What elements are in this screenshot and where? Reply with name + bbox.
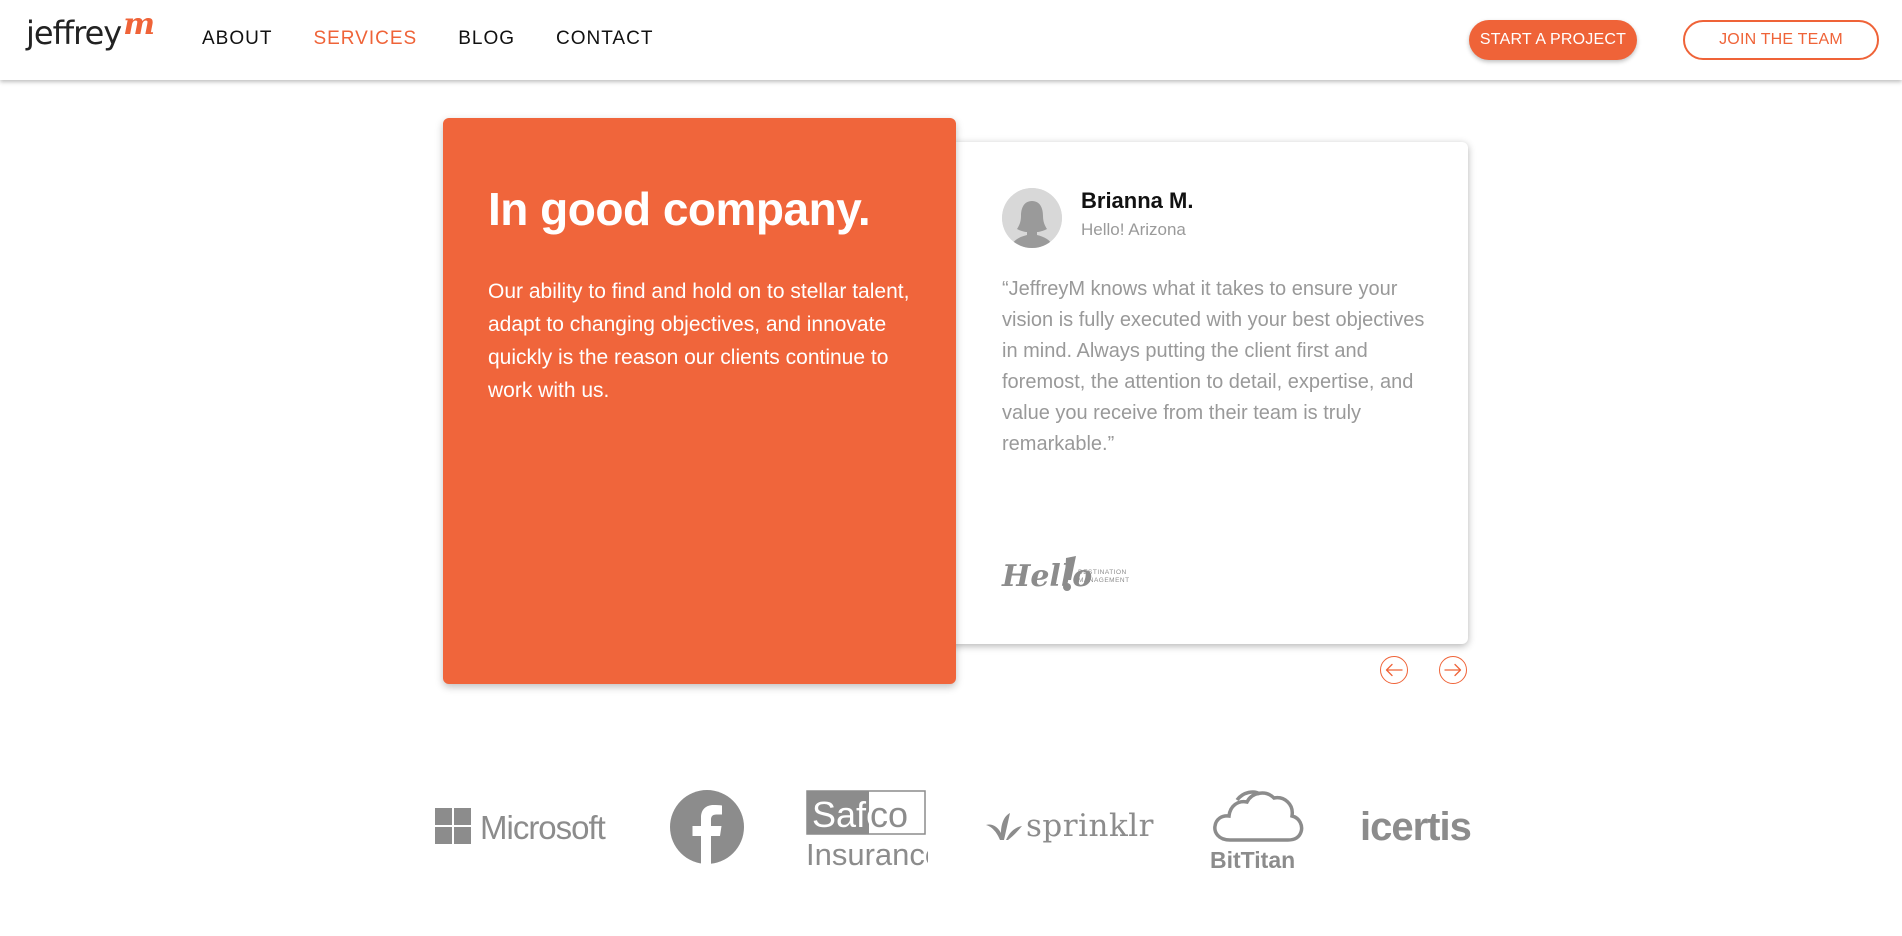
avatar: [1002, 188, 1062, 248]
reviewer-name: Brianna M.: [1081, 188, 1194, 213]
arrow-left-icon: [1385, 663, 1403, 677]
svg-text:MANAGEMENT: MANAGEMENT: [1078, 577, 1130, 584]
facebook-logo: [670, 790, 744, 869]
intro-card: In good company. Our ability to find and…: [443, 118, 956, 684]
carousel-prev-button[interactable]: [1380, 656, 1408, 684]
nav-services[interactable]: SERVICES: [313, 28, 417, 50]
svg-text:BitTitan: BitTitan: [1210, 847, 1295, 872]
nav-about[interactable]: ABOUT: [202, 28, 272, 50]
intro-title: In good company.: [488, 183, 871, 235]
reviewer-organization: Hello! Arizona: [1081, 220, 1186, 239]
microsoft-logo: Microsoft: [434, 806, 614, 851]
hello-destination-management-logo: Hello DESTINATION MANAGEMENT: [1000, 550, 1140, 601]
carousel-next-button[interactable]: [1439, 656, 1467, 684]
svg-text:icertis: icertis: [1360, 805, 1471, 848]
svg-text:co: co: [870, 794, 908, 835]
partner-logos: Microsoft Safe co Insurance sprinklr: [0, 780, 1902, 880]
testimonial-quote: “JeffreyM knows what it takes to ensure …: [1002, 278, 1425, 455]
icertis-logo: icertis: [1358, 800, 1478, 853]
person-silhouette-icon: [1002, 188, 1062, 248]
safeco-insurance-logo: Safe co Insurance: [806, 790, 942, 875]
arrow-right-icon: [1444, 663, 1462, 677]
testimonial-card: Brianna M. Hello! Arizona “JeffreyM know…: [950, 142, 1468, 644]
sprinklr-logo: sprinklr: [986, 804, 1156, 853]
bittitan-logo: BitTitan: [1210, 788, 1306, 877]
intro-body: Our ability to find and hold on to stell…: [488, 279, 910, 402]
logo-wordmark: jeffrey: [26, 14, 122, 52]
svg-text:DESTINATION: DESTINATION: [1078, 569, 1127, 576]
start-a-project-button[interactable]: START A PROJECT: [1469, 20, 1637, 60]
nav-blog[interactable]: BLOG: [458, 28, 515, 50]
site-header: jeffrey m ABOUT SERVICES BLOG CONTACT ST…: [0, 0, 1902, 80]
nav-contact[interactable]: CONTACT: [556, 28, 653, 50]
join-the-team-button[interactable]: JOIN THE TEAM: [1683, 20, 1879, 60]
svg-text:Microsoft: Microsoft: [480, 809, 606, 846]
main-nav: ABOUT SERVICES BLOG CONTACT: [202, 28, 694, 50]
jeffreym-logo[interactable]: jeffrey m: [26, 7, 155, 52]
svg-text:Insurance: Insurance: [806, 837, 928, 870]
svg-text:sprinklr: sprinklr: [1026, 808, 1154, 844]
logo-m-mark: m: [123, 7, 155, 42]
